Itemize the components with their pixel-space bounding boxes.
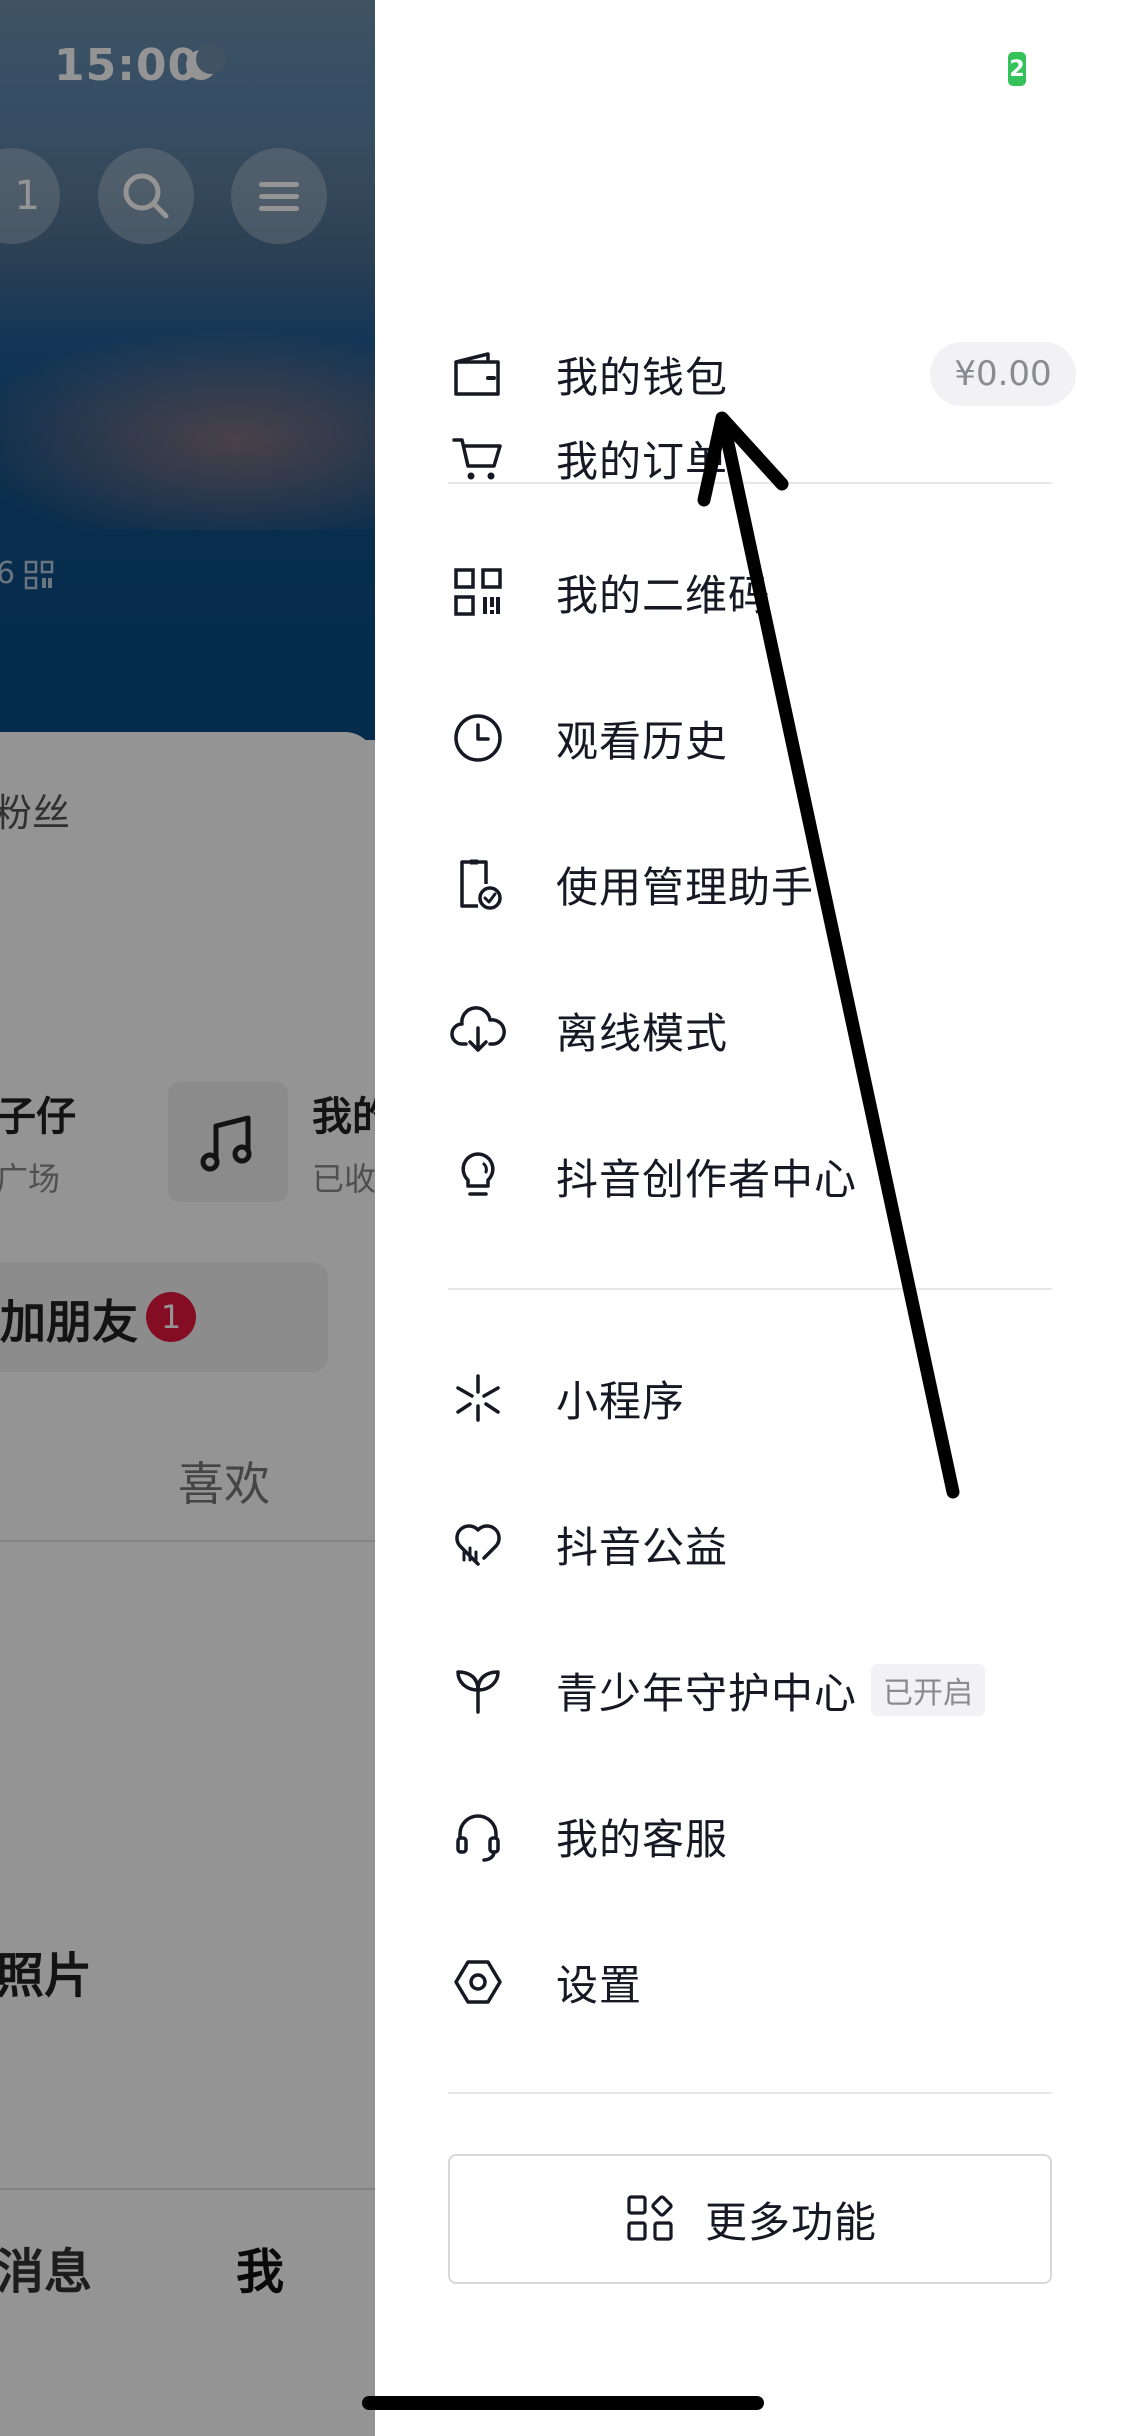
status-badge: 已开启: [871, 1664, 986, 1716]
menu-item-mini-programs[interactable]: 小程序: [448, 1348, 1068, 1448]
menu-item-label: 设置: [556, 1960, 643, 2010]
menu-item-label: 离线模式: [556, 1008, 729, 1058]
menu-item-creator-center[interactable]: 抖音创作者中心: [448, 1126, 1068, 1226]
lightbulb-icon: [448, 1146, 508, 1206]
cloud-download-icon: [448, 1000, 508, 1060]
menu-item-label: 观看历史: [556, 716, 729, 766]
battery-indicator: 2: [1008, 52, 1026, 86]
menu-item-my-qr-code[interactable]: 我的二维码: [448, 542, 1068, 642]
menu-item-label: 使用管理助手: [556, 862, 815, 912]
dim-overlay[interactable]: [0, 0, 375, 2436]
qr-code-icon: [448, 562, 508, 622]
menu-item-label: 我的二维码: [556, 570, 772, 620]
more-features-label: 更多功能: [704, 2197, 877, 2247]
menu-item-charity[interactable]: 抖音公益: [448, 1494, 1068, 1594]
section-divider: [448, 2092, 1052, 2094]
wallet-icon: [448, 344, 508, 404]
menu-item-label: 小程序: [556, 1376, 686, 1426]
clock-icon: [448, 708, 508, 768]
apps-icon: [627, 2195, 673, 2241]
sprout-icon: [448, 1660, 508, 1720]
section-divider: [448, 1288, 1052, 1290]
menu-item-usage-manager[interactable]: 使用管理助手: [448, 834, 1068, 934]
menu-item-label: 我的订单: [556, 436, 729, 486]
section-divider: [448, 482, 1052, 484]
menu-item-label: 我的钱包: [556, 352, 729, 402]
menu-item-settings[interactable]: 设置: [448, 1932, 1068, 2032]
home-indicator[interactable]: [362, 2396, 764, 2410]
headset-icon: [448, 1806, 508, 1866]
menu-item-label: 我的客服: [556, 1814, 729, 1864]
menu-item-customer-service[interactable]: 我的客服: [448, 1786, 1068, 1886]
mini-program-icon: [448, 1368, 508, 1428]
settings-hexagon-icon: [448, 1952, 508, 2012]
menu-item-watch-history[interactable]: 观看历史: [448, 688, 1068, 788]
menu-item-label: 抖音公益: [556, 1522, 729, 1572]
heart-chart-icon: [448, 1514, 508, 1574]
more-features-button[interactable]: 更多功能: [448, 2154, 1052, 2284]
menu-item-label: 抖音创作者中心: [556, 1154, 858, 1204]
menu-item-offline-mode[interactable]: 离线模式: [448, 980, 1068, 1080]
background-profile-page: 15:00 1 6 粉丝 子仔 广场 我的 已收 加朋友 1 喜欢 照片 消息 …: [0, 0, 375, 2436]
wallet-balance[interactable]: ¥0.00: [930, 342, 1076, 406]
phone-check-icon: [448, 854, 508, 914]
cart-icon: [448, 428, 508, 488]
menu-item-label: 青少年守护中心: [556, 1668, 858, 1718]
menu-item-teen-protection[interactable]: 青少年守护中心 已开启: [448, 1640, 1068, 1740]
